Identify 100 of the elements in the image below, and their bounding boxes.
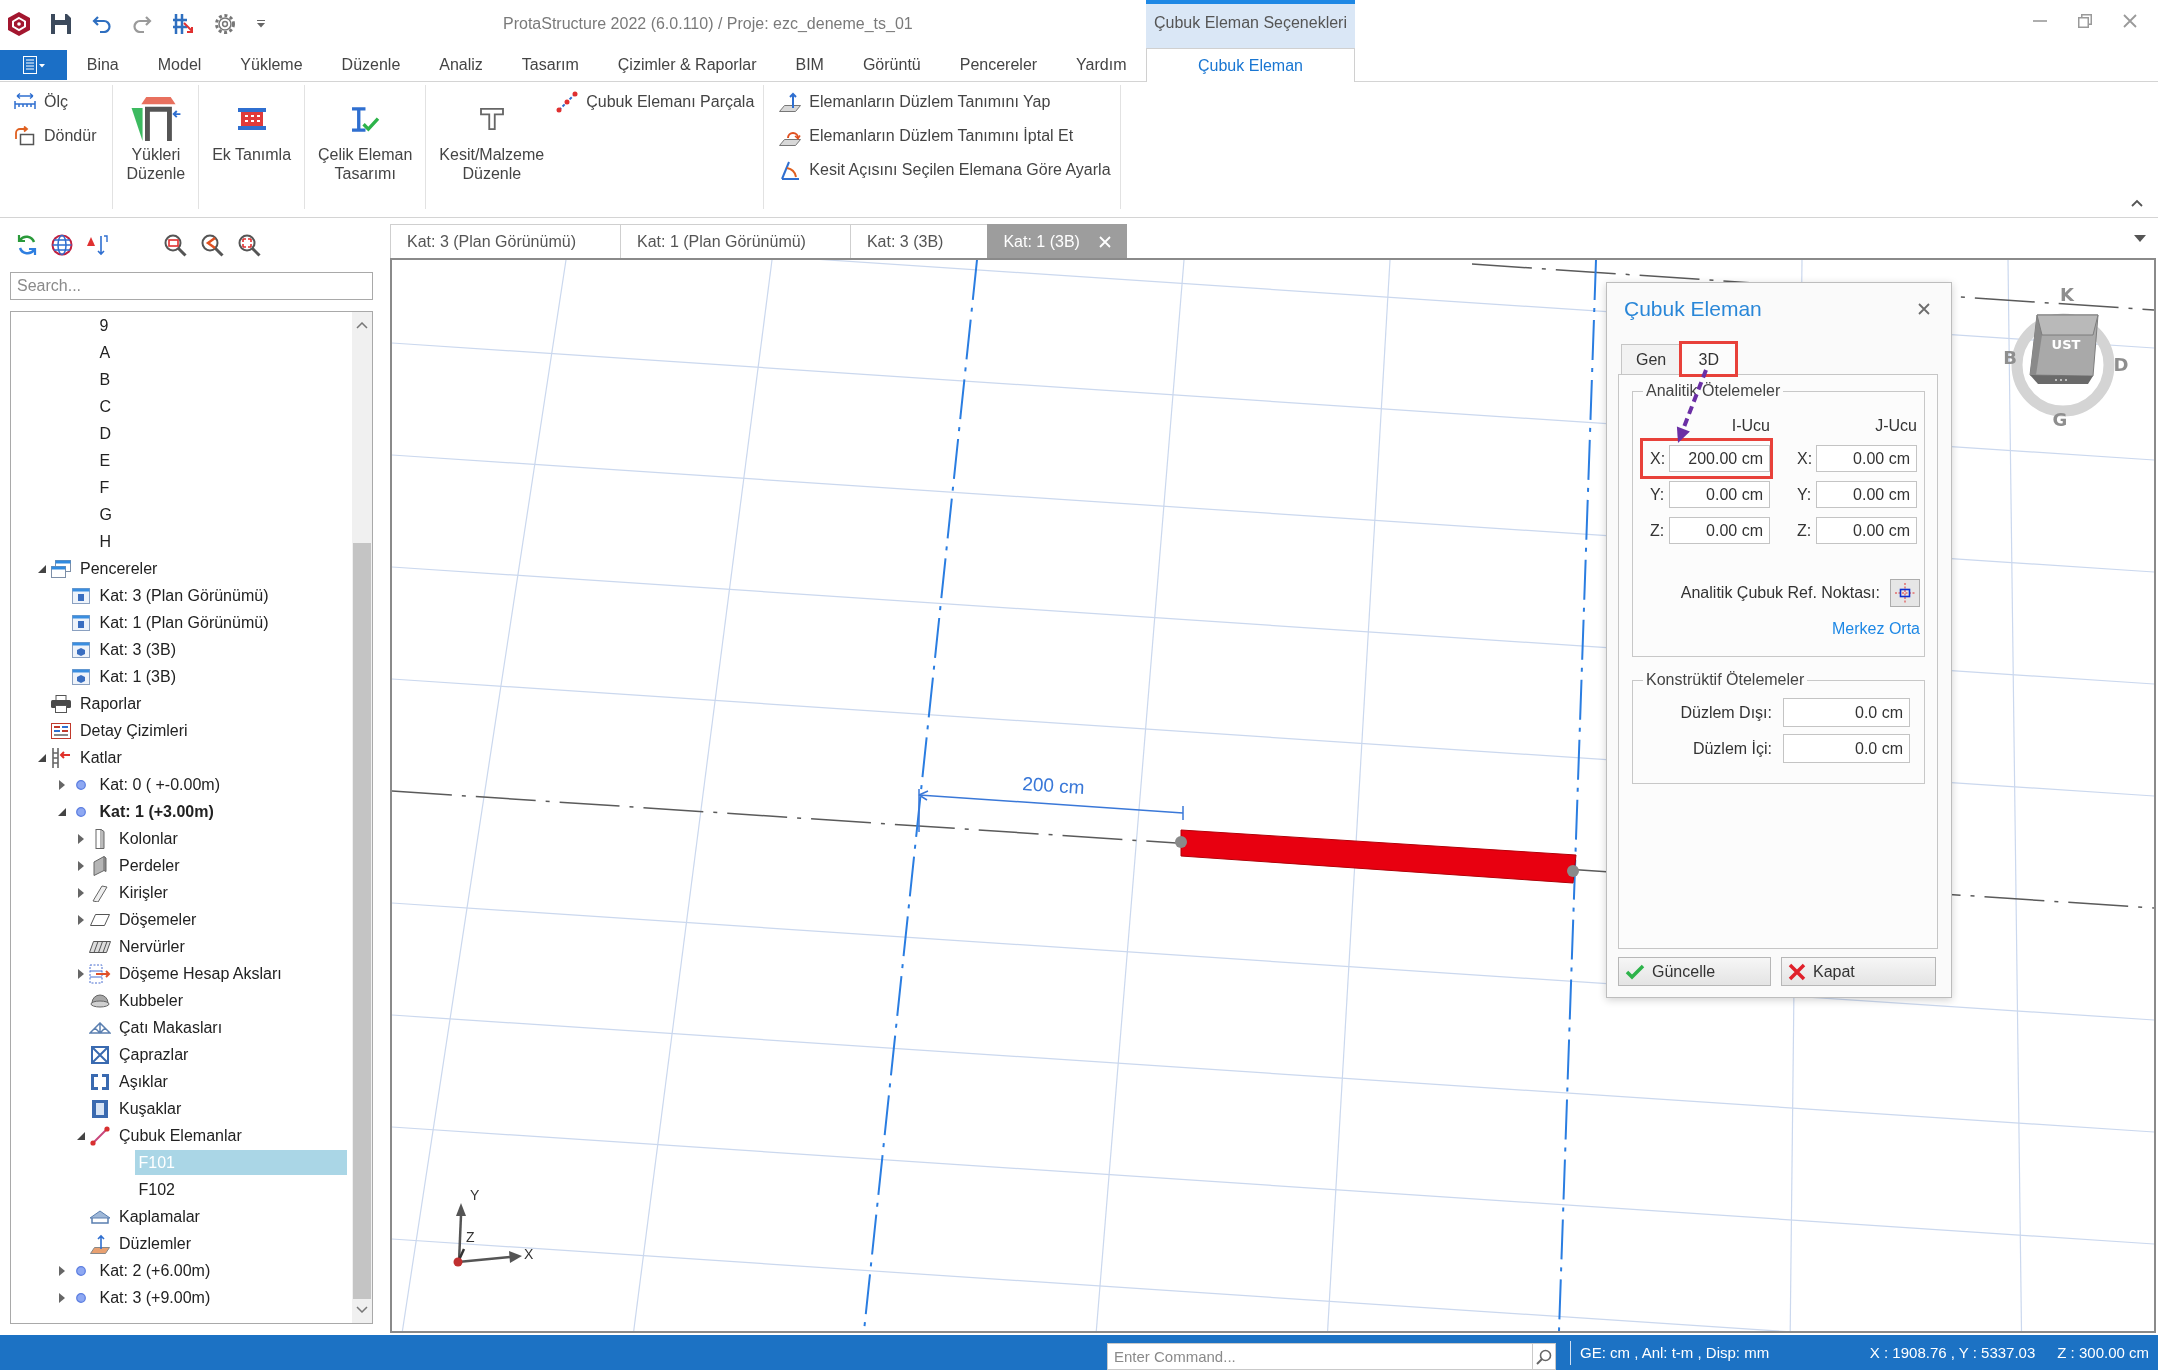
input-field[interactable]: 0.0 cm	[1783, 734, 1910, 763]
ribbon-tab[interactable]: Pencereler	[940, 48, 1057, 81]
input-field[interactable]: 200.00 cm	[1669, 445, 1770, 472]
tree-item[interactable]: Aşıklar	[115, 1069, 172, 1094]
ribbon-tab[interactable]: Bina	[67, 48, 139, 81]
caret-right-icon[interactable]	[78, 860, 84, 871]
scrollbar[interactable]	[352, 312, 372, 1323]
tree-item[interactable]: Katlar	[76, 745, 126, 770]
tree-item[interactable]: Kat: 1 (Plan Görünümü)	[95, 610, 273, 635]
ribbon-button[interactable]: Çelik Eleman Tasarımı	[310, 85, 421, 183]
ribbon-tab[interactable]: Yükleme	[220, 48, 323, 81]
tree-item[interactable]: Düzlemler	[115, 1231, 195, 1256]
dropdown-caret-icon[interactable]	[256, 20, 266, 28]
redo-icon[interactable]	[132, 15, 152, 33]
search-button[interactable]	[1532, 1343, 1556, 1370]
tree-item[interactable]: Kat: 0 ( +-0.00m)	[95, 772, 224, 797]
file-menu-button[interactable]	[0, 50, 68, 80]
structure-tool-icon[interactable]	[172, 13, 194, 35]
ribbon-button[interactable]: Ölç	[10, 85, 101, 119]
tree-item[interactable]: Kirişler	[115, 880, 172, 905]
tree-item[interactable]: Kat: 3 (Plan Görünümü)	[95, 583, 273, 608]
caret-right-icon[interactable]	[78, 887, 84, 898]
tree-item[interactable]: H	[95, 529, 116, 554]
sort-icon[interactable]	[86, 234, 108, 256]
tree-item[interactable]: Kuşaklar	[115, 1096, 186, 1121]
tree-item[interactable]: C	[95, 394, 116, 419]
tree-item[interactable]: Kat: 1 (3B)	[95, 664, 180, 689]
refresh-icon[interactable]	[16, 234, 38, 256]
tree-item[interactable]: Çatı Makasları	[115, 1015, 227, 1040]
node-point[interactable]	[1567, 865, 1579, 877]
reference-point-button[interactable]	[1890, 579, 1920, 607]
undo-icon[interactable]	[92, 15, 112, 33]
update-button[interactable]: Güncelle	[1618, 957, 1771, 986]
save-icon[interactable]	[50, 13, 72, 35]
caret-down-icon[interactable]	[57, 807, 66, 816]
scrollbar-thumb[interactable]	[353, 543, 371, 1299]
tree-item[interactable]: Döşeme Hesap Aksları	[115, 961, 286, 986]
ribbon-tab[interactable]: Yardım	[1056, 48, 1146, 81]
app-logo-icon[interactable]	[8, 12, 30, 36]
ribbon-tab[interactable]: Görüntü	[843, 48, 941, 81]
tree-item[interactable]: Kat: 3 (+9.00m)	[95, 1285, 215, 1310]
ribbon-tab[interactable]: Düzenle	[322, 48, 420, 81]
ribbon-button[interactable]: Döndür	[10, 119, 101, 153]
tree-item[interactable]: Döşemeler	[115, 907, 201, 932]
dialog-tab[interactable]: 3D	[1681, 343, 1737, 375]
caret-right-icon[interactable]	[78, 914, 84, 925]
chevron-up-icon[interactable]	[2131, 199, 2143, 207]
scroll-down-icon[interactable]	[356, 1306, 368, 1313]
tree-item[interactable]: Kubbeler	[115, 988, 188, 1013]
tree-item[interactable]: Pencereler	[76, 556, 162, 581]
caret-right-icon[interactable]	[78, 833, 84, 844]
tree-item[interactable]: Raporlar	[76, 691, 146, 716]
close-icon[interactable]	[1918, 302, 1930, 315]
input-field[interactable]: 0.00 cm	[1816, 517, 1917, 544]
caret-right-icon[interactable]	[58, 1292, 65, 1303]
tree-item[interactable]: D	[95, 421, 116, 446]
dropdown-arrow-icon[interactable]	[2134, 234, 2146, 242]
tree-item[interactable]: Kat: 2 (+6.00m)	[95, 1258, 215, 1283]
tree-item[interactable]: Kaplamalar	[115, 1204, 204, 1229]
input-field[interactable]: 0.00 cm	[1669, 517, 1770, 544]
caret-down-icon[interactable]	[77, 1131, 85, 1140]
ribbon-tab[interactable]: BIM	[775, 48, 844, 81]
ribbon-button[interactable]: Ek Tanımla	[204, 85, 300, 164]
document-tab[interactable]: Kat: 3 (Plan Görünümü)	[390, 224, 621, 258]
ribbon-tab[interactable]: Çubuk Eleman	[1146, 48, 1355, 82]
tree-item[interactable]: Perdeler	[115, 853, 184, 878]
ribbon-button[interactable]: Elemanların Düzlem Tanımını İptal Et	[775, 119, 1115, 153]
ribbon-tab[interactable]: Analiz	[419, 48, 503, 81]
ribbon-button[interactable]: Yükleri Düzenle	[118, 85, 194, 183]
ribbon-tab[interactable]: Tasarım	[502, 48, 599, 81]
tree-item[interactable]: F	[95, 475, 114, 500]
zoom-previous-icon[interactable]	[200, 233, 224, 257]
tree-item[interactable]: Kat: 3 (3B)	[95, 637, 180, 662]
dialog-tab[interactable]: Gen	[1621, 344, 1682, 374]
input-field[interactable]: 0.0 cm	[1783, 698, 1910, 727]
close-icon[interactable]	[2123, 14, 2137, 28]
scroll-up-icon[interactable]	[356, 322, 368, 329]
member-bar[interactable]	[1180, 829, 1577, 884]
tree-item[interactable]: Kolonlar	[115, 826, 182, 851]
tree-item[interactable]: Çubuk Elemanlar	[115, 1123, 246, 1148]
zoom-window-icon[interactable]	[163, 233, 187, 257]
tree-item[interactable]: G	[95, 502, 116, 527]
caret-right-icon[interactable]	[58, 779, 65, 790]
settings-icon[interactable]	[214, 13, 236, 35]
reference-point-link[interactable]: Merkez Orta	[1832, 620, 1920, 637]
tree-item[interactable]: Nervürler	[115, 934, 189, 959]
input-field[interactable]: 0.00 cm	[1816, 481, 1917, 508]
caret-down-icon[interactable]	[38, 753, 46, 762]
tree-item[interactable]: F102	[134, 1177, 179, 1202]
tree-item[interactable]: B	[95, 367, 115, 392]
caret-down-icon[interactable]	[38, 564, 46, 573]
tree-item[interactable]: 9	[95, 313, 113, 338]
tree-item[interactable]: Kat: 1 (+3.00m)	[95, 799, 218, 824]
zoom-extents-icon[interactable]	[237, 233, 261, 257]
globe-icon[interactable]	[51, 234, 73, 256]
restore-icon[interactable]	[2078, 14, 2092, 28]
node-point[interactable]	[1175, 836, 1187, 848]
ribbon-tab[interactable]: Model	[138, 48, 221, 81]
tree-item[interactable]: A	[95, 340, 115, 365]
caret-right-icon[interactable]	[78, 968, 84, 979]
